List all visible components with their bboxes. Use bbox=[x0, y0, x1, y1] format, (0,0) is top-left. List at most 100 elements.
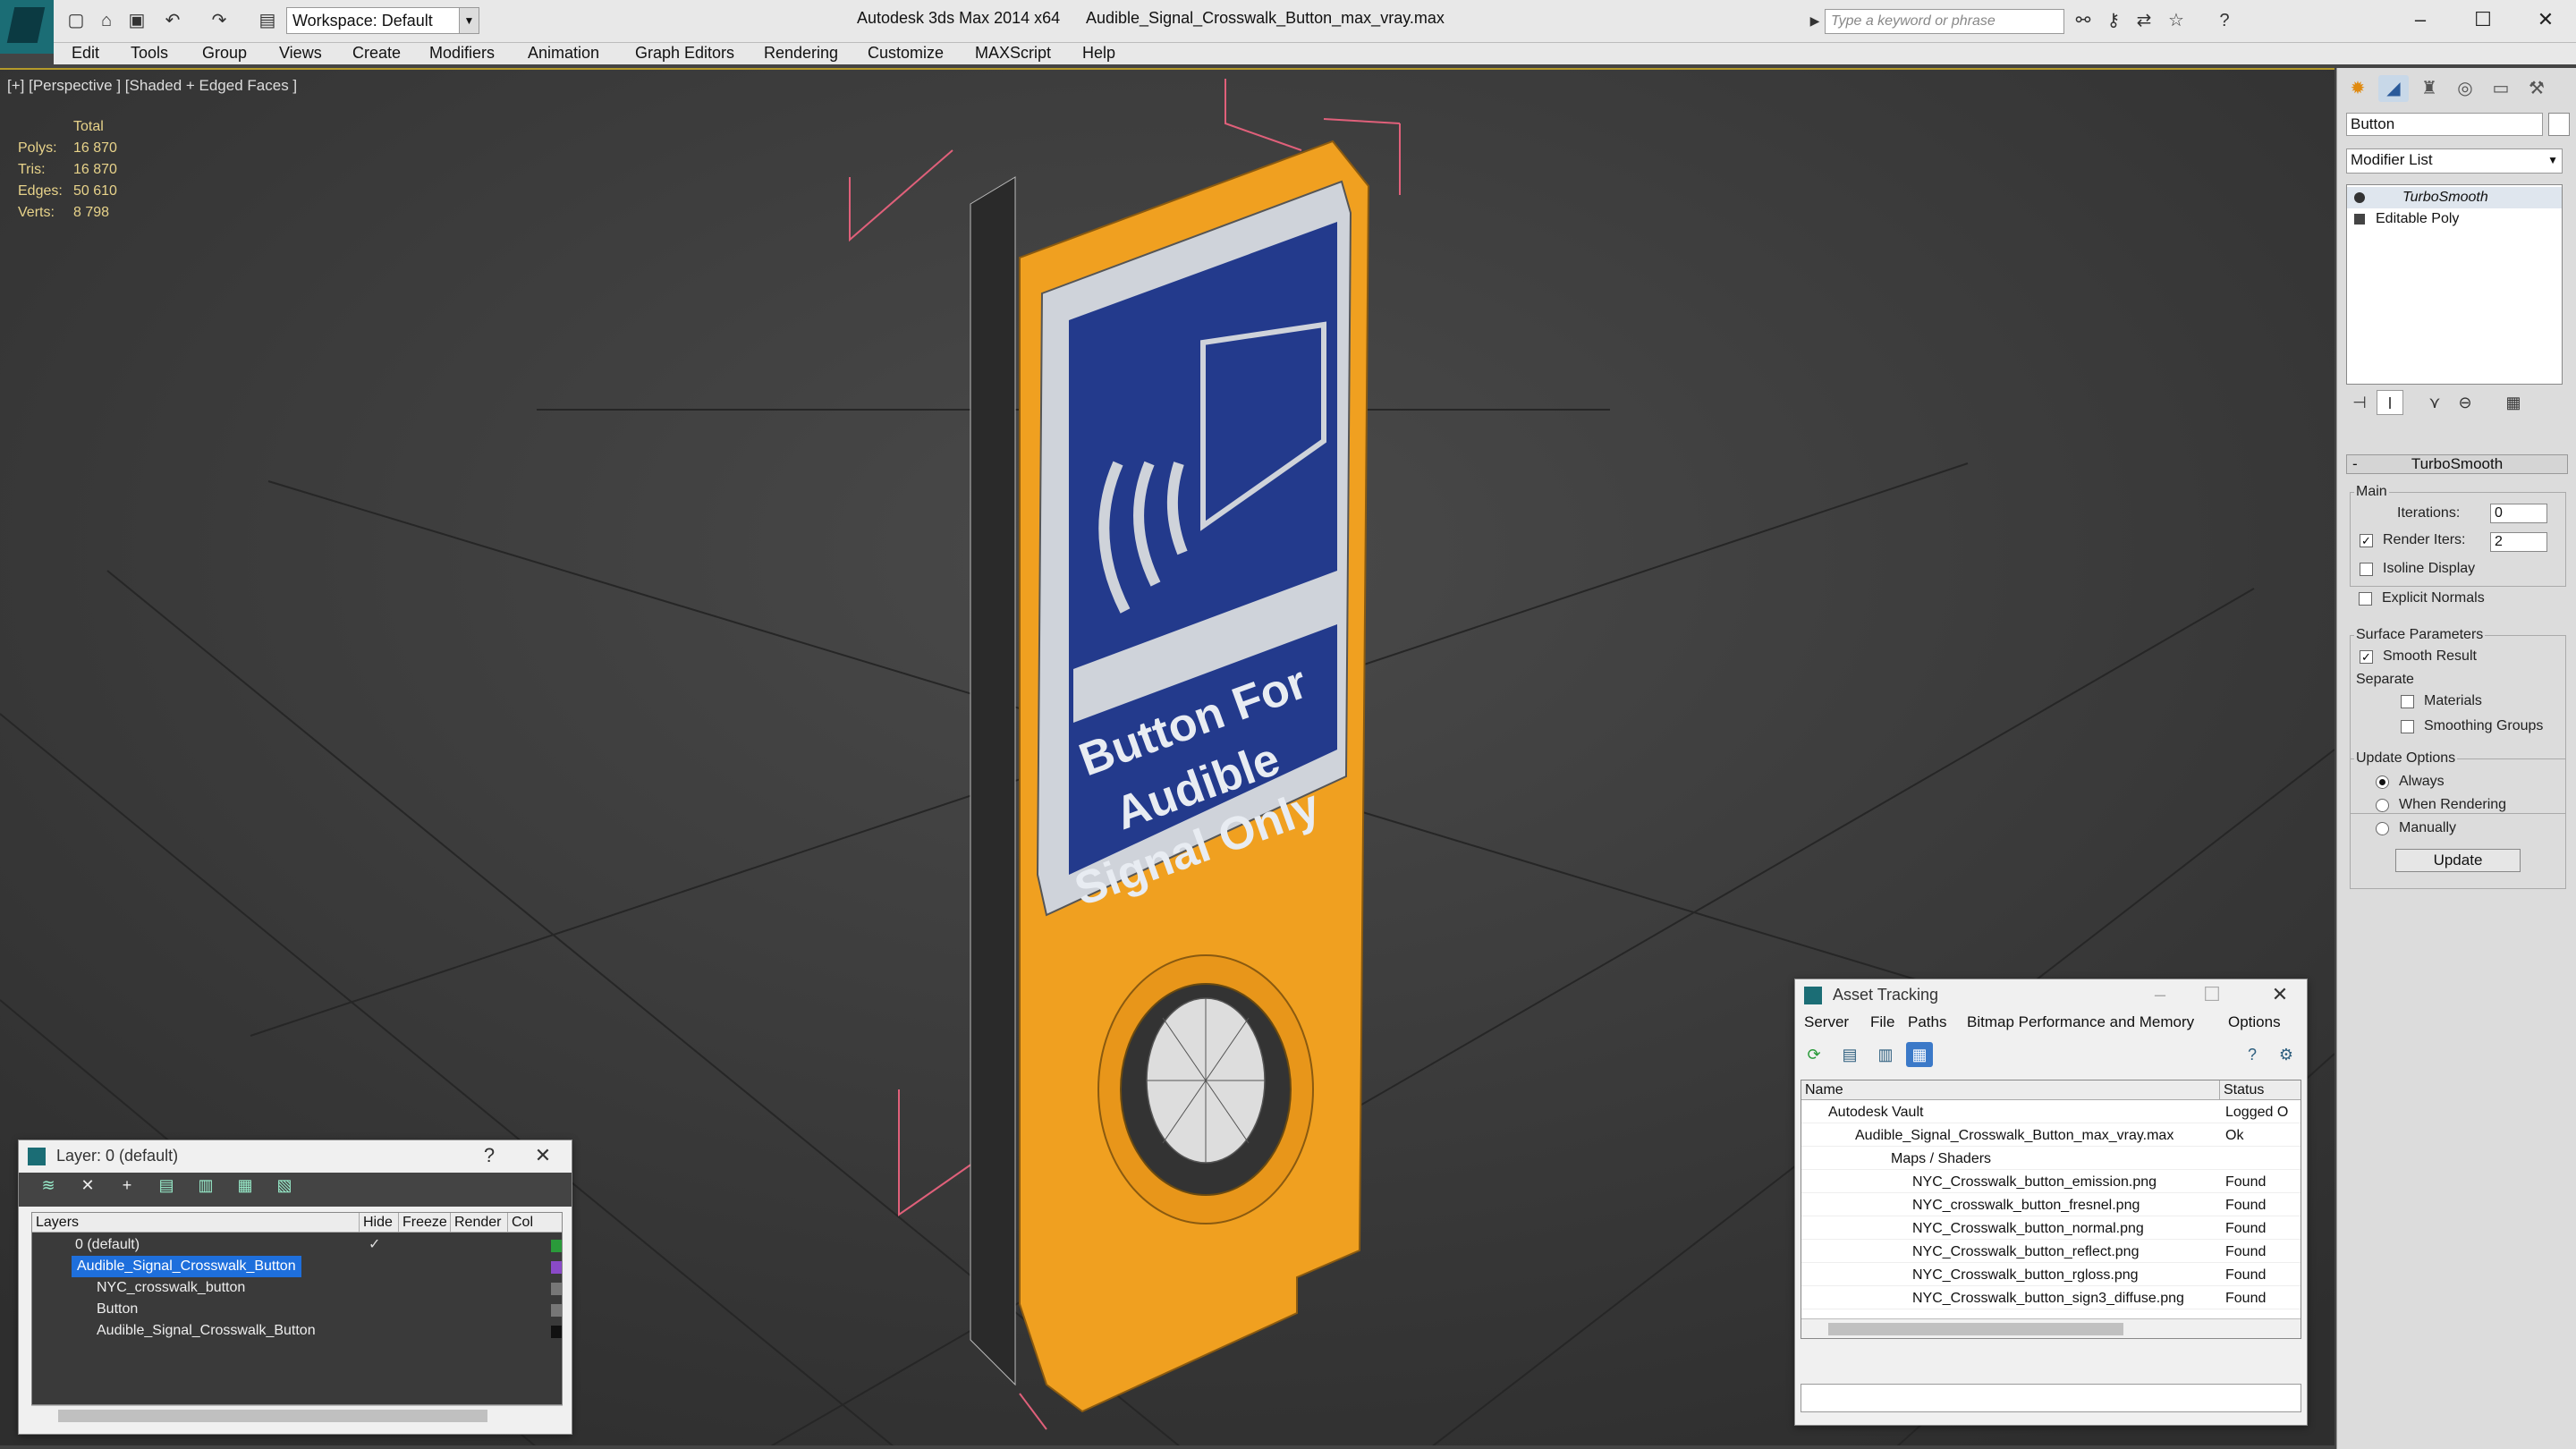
smoothing-groups-checkbox[interactable] bbox=[2401, 720, 2414, 733]
menu-options[interactable]: Options bbox=[2228, 1013, 2281, 1031]
asset-hscrollbar[interactable] bbox=[1801, 1318, 2301, 1338]
create-tab-icon[interactable]: ✹ bbox=[2343, 75, 2373, 102]
minimize-button[interactable]: – bbox=[2394, 4, 2447, 36]
col-hide[interactable]: Hide bbox=[360, 1213, 399, 1233]
stack-item-editable-poly[interactable]: Editable Poly bbox=[2347, 208, 2562, 230]
layer-row[interactable]: NYC_crosswalk_button bbox=[32, 1277, 562, 1299]
search-input[interactable]: Type a keyword or phrase bbox=[1825, 9, 2064, 34]
hide-all-icon[interactable]: ▦ bbox=[232, 1173, 258, 1198]
freeze-all-icon[interactable]: ▧ bbox=[271, 1173, 298, 1198]
layer-color-swatch[interactable] bbox=[551, 1261, 562, 1274]
menu-create[interactable]: Create bbox=[352, 44, 401, 63]
expand-icon[interactable] bbox=[2354, 214, 2365, 225]
expand-arrow-icon[interactable]: ▶ bbox=[1803, 9, 1826, 32]
scroll-thumb[interactable] bbox=[58, 1410, 487, 1422]
asset-row[interactable]: NYC_Crosswalk_button_sign3_diffuse.png F… bbox=[1801, 1288, 2301, 1309]
project-folder-icon[interactable]: ▤ bbox=[256, 9, 279, 32]
remove-modifier-icon[interactable]: ⊖ bbox=[2452, 390, 2479, 415]
select-layer-icon[interactable]: ▤ bbox=[153, 1173, 180, 1198]
help-icon[interactable]: ? bbox=[2239, 1042, 2266, 1067]
maximize-button[interactable]: ☐ bbox=[2456, 4, 2510, 36]
layer-row[interactable]: Audible_Signal_Crosswalk_Button bbox=[32, 1320, 562, 1342]
menu-file[interactable]: File bbox=[1870, 1013, 1894, 1031]
menu-rendering[interactable]: Rendering bbox=[764, 44, 838, 63]
delete-icon[interactable]: ✕ bbox=[74, 1173, 101, 1198]
menu-paths[interactable]: Paths bbox=[1908, 1013, 1946, 1031]
asset-row[interactable]: Audible_Signal_Crosswalk_Button_max_vray… bbox=[1801, 1125, 2301, 1147]
key-icon[interactable]: ⚷ bbox=[2102, 9, 2125, 32]
pin-stack-icon[interactable]: ⊣ bbox=[2346, 390, 2373, 415]
motion-tab-icon[interactable]: ◎ bbox=[2450, 75, 2480, 102]
asset-row[interactable]: Autodesk Vault Logged O bbox=[1801, 1102, 2301, 1123]
turbosmooth-rollout-header[interactable]: - TurboSmooth bbox=[2346, 454, 2568, 474]
settings-icon[interactable]: ⚙ bbox=[2273, 1042, 2300, 1067]
render-iters-checkbox[interactable]: ✓ bbox=[2360, 534, 2373, 547]
display-tab-icon[interactable]: ▭ bbox=[2486, 75, 2516, 102]
highlight-icon[interactable]: ▥ bbox=[192, 1173, 219, 1198]
layer-hscrollbar[interactable] bbox=[31, 1405, 563, 1425]
menu-maxscript[interactable]: MAXScript bbox=[975, 44, 1051, 63]
always-radio[interactable] bbox=[2376, 775, 2389, 789]
asset-row[interactable]: Maps / Shaders bbox=[1801, 1148, 2301, 1170]
col-color[interactable]: Col bbox=[508, 1213, 562, 1233]
asset-path-field[interactable] bbox=[1801, 1384, 2301, 1412]
layer-row[interactable]: Button bbox=[32, 1299, 562, 1320]
favorites-star-icon[interactable]: ☆ bbox=[2165, 9, 2188, 32]
new-file-icon[interactable]: ▢ bbox=[64, 9, 88, 32]
layer-row[interactable]: 0 (default) ✓ bbox=[32, 1234, 562, 1256]
close-icon[interactable]: ✕ bbox=[529, 1142, 557, 1169]
help-icon[interactable]: ? bbox=[475, 1142, 504, 1169]
layer-color-swatch[interactable] bbox=[551, 1240, 562, 1252]
col-freeze[interactable]: Freeze bbox=[399, 1213, 451, 1233]
layer-row[interactable]: Audible_Signal_Crosswalk_Button bbox=[32, 1256, 562, 1277]
open-file-icon[interactable]: ⌂ bbox=[95, 9, 118, 32]
modify-tab-icon[interactable]: ◢ bbox=[2378, 75, 2409, 102]
layer-color-swatch[interactable] bbox=[551, 1326, 562, 1338]
viewport-label[interactable]: [+] [Perspective ] [Shaded + Edged Faces… bbox=[7, 77, 297, 95]
stack-item-turbosmooth[interactable]: TurboSmooth bbox=[2347, 187, 2562, 208]
exchange-icon[interactable]: ⇄ bbox=[2132, 9, 2156, 32]
isoline-display-checkbox[interactable] bbox=[2360, 563, 2373, 576]
layer-color-swatch[interactable] bbox=[551, 1304, 562, 1317]
save-icon[interactable]: ▣ bbox=[125, 9, 148, 32]
minimize-icon[interactable]: – bbox=[2146, 981, 2174, 1008]
manually-radio[interactable] bbox=[2376, 822, 2389, 835]
hierarchy-tab-icon[interactable]: ♜ bbox=[2414, 75, 2445, 102]
smooth-result-checkbox[interactable]: ✓ bbox=[2360, 650, 2373, 664]
col-render[interactable]: Render bbox=[451, 1213, 508, 1233]
refresh-icon[interactable]: ⟳ bbox=[1801, 1042, 1827, 1067]
asset-row[interactable]: NYC_Crosswalk_button_rgloss.png Found bbox=[1801, 1265, 2301, 1286]
maximize-icon[interactable]: ☐ bbox=[2198, 981, 2226, 1008]
when-rendering-radio[interactable] bbox=[2376, 799, 2389, 812]
lightbulb-icon[interactable] bbox=[2354, 192, 2365, 203]
menu-graph-editors[interactable]: Graph Editors bbox=[635, 44, 734, 63]
menu-modifiers[interactable]: Modifiers bbox=[429, 44, 495, 63]
asset-row[interactable]: NYC_crosswalk_button_fresnel.png Found bbox=[1801, 1195, 2301, 1216]
make-unique-icon[interactable]: ⋎ bbox=[2421, 390, 2448, 415]
asset-row[interactable]: NYC_Crosswalk_button_normal.png Found bbox=[1801, 1218, 2301, 1240]
menu-help[interactable]: Help bbox=[1082, 44, 1115, 63]
detail-view-icon[interactable]: ▥ bbox=[1872, 1042, 1899, 1067]
list-view-icon[interactable]: ▤ bbox=[1836, 1042, 1863, 1067]
col-name[interactable]: Name bbox=[1801, 1080, 2220, 1100]
col-layers[interactable]: Layers bbox=[32, 1213, 360, 1233]
object-name-field[interactable]: Button bbox=[2346, 113, 2543, 136]
menu-tools[interactable]: Tools bbox=[131, 44, 168, 63]
object-color-swatch[interactable] bbox=[2548, 113, 2570, 136]
help-icon[interactable]: ? bbox=[2213, 9, 2236, 32]
layer-color-swatch[interactable] bbox=[551, 1283, 562, 1295]
undo-icon[interactable]: ↶ bbox=[161, 9, 184, 32]
configure-sets-icon[interactable]: ▦ bbox=[2500, 390, 2527, 415]
render-iters-spinner[interactable]: 2 bbox=[2490, 532, 2547, 552]
binoculars-icon[interactable]: ⚯ bbox=[2072, 9, 2095, 32]
explicit-normals-checkbox[interactable] bbox=[2359, 592, 2372, 606]
asset-row[interactable]: NYC_Crosswalk_button_emission.png Found bbox=[1801, 1172, 2301, 1193]
add-icon[interactable]: + bbox=[114, 1173, 140, 1198]
menu-customize[interactable]: Customize bbox=[868, 44, 944, 63]
perspective-viewport[interactable]: Button For Audible Signal Only [+] [Pers… bbox=[0, 68, 2334, 1445]
table-view-icon[interactable]: ▦ bbox=[1906, 1042, 1933, 1067]
layers-icon[interactable]: ≋ bbox=[35, 1173, 62, 1198]
close-icon[interactable]: ✕ bbox=[2266, 981, 2294, 1008]
iterations-spinner[interactable]: 0 bbox=[2490, 504, 2547, 523]
show-end-result-icon[interactable]: I bbox=[2377, 390, 2403, 415]
